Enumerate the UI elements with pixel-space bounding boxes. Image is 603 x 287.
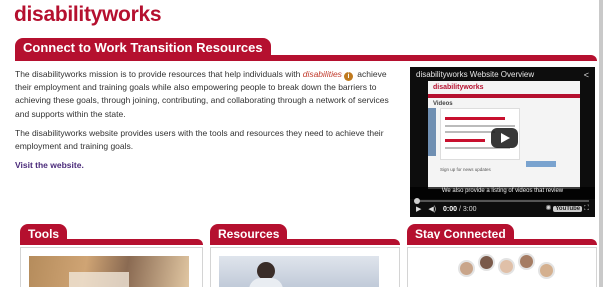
thumbnail-section-title: Videos <box>433 101 453 107</box>
face-icon <box>538 262 555 279</box>
youtube-logo[interactable]: YouTube <box>553 206 583 212</box>
intro-text: The disabilityworks mission is to provid… <box>15 68 403 178</box>
thumbnail-social <box>526 161 556 167</box>
play-icon[interactable] <box>491 128 518 148</box>
volume-icon[interactable]: ◀) <box>428 206 436 213</box>
resources-card[interactable] <box>210 247 400 287</box>
video-caption: We also provide a listing of videos that… <box>410 187 595 199</box>
video-controls: ▶ ◀) 0:00 / 3:00 <box>416 205 477 213</box>
visit-website-link[interactable]: Visit the website. <box>15 160 84 170</box>
tools-divider <box>20 239 203 245</box>
face-icon <box>518 253 535 270</box>
time-total: 3:00 <box>462 206 477 213</box>
resources-image[interactable] <box>219 256 379 287</box>
progress-handle[interactable] <box>414 198 420 204</box>
thumbnail-line <box>445 131 495 133</box>
video-time: 0:00 / 3:00 <box>443 206 477 213</box>
thumbnail-sidebar <box>428 108 436 156</box>
tools-image[interactable] <box>29 256 189 287</box>
play-icon[interactable]: ▶ <box>416 206 421 213</box>
disabilities-link[interactable]: disabilities <box>303 69 342 79</box>
settings-icon[interactable]: ✺ <box>546 205 552 212</box>
thumbnail-brand: disabilityworks <box>433 84 484 91</box>
site-logo[interactable]: disabilityworks <box>14 3 162 27</box>
thumbnail-line <box>445 125 515 127</box>
mission-paragraph: The disabilityworks mission is to provid… <box>15 68 403 121</box>
share-icon[interactable]: < <box>584 70 589 80</box>
person-body <box>249 278 283 287</box>
stay-connected-divider <box>407 239 597 245</box>
info-icon[interactable]: i <box>343 72 353 81</box>
thumbnail-bar <box>445 117 505 120</box>
section-divider <box>15 55 597 61</box>
website-paragraph: The disabilityworks website provides use… <box>15 127 384 152</box>
desk-shape <box>69 272 129 287</box>
stay-connected-card[interactable] <box>407 247 597 287</box>
face-icon <box>498 258 515 275</box>
video-player[interactable]: disabilityworks Website Overview < disab… <box>410 67 595 217</box>
video-title[interactable]: disabilityworks Website Overview <box>416 70 534 79</box>
time-current: 0:00 <box>443 206 458 213</box>
fullscreen-icon[interactable]: ⛶ <box>584 205 589 212</box>
tools-card[interactable] <box>20 247 203 287</box>
face-icon <box>478 254 495 271</box>
thumbnail-navbar <box>428 94 580 98</box>
video-progress-bar[interactable] <box>414 198 589 204</box>
thumbnail-signup: Sign up for news updates <box>440 167 491 172</box>
page-edge <box>599 0 603 287</box>
mission-text-start: The disabilityworks mission is to provid… <box>15 69 303 79</box>
face-icon <box>458 260 475 277</box>
resources-divider <box>210 239 400 245</box>
video-right-controls: ✺ YouTube ⛶ <box>546 204 589 213</box>
thumbnail-bar <box>445 139 485 142</box>
